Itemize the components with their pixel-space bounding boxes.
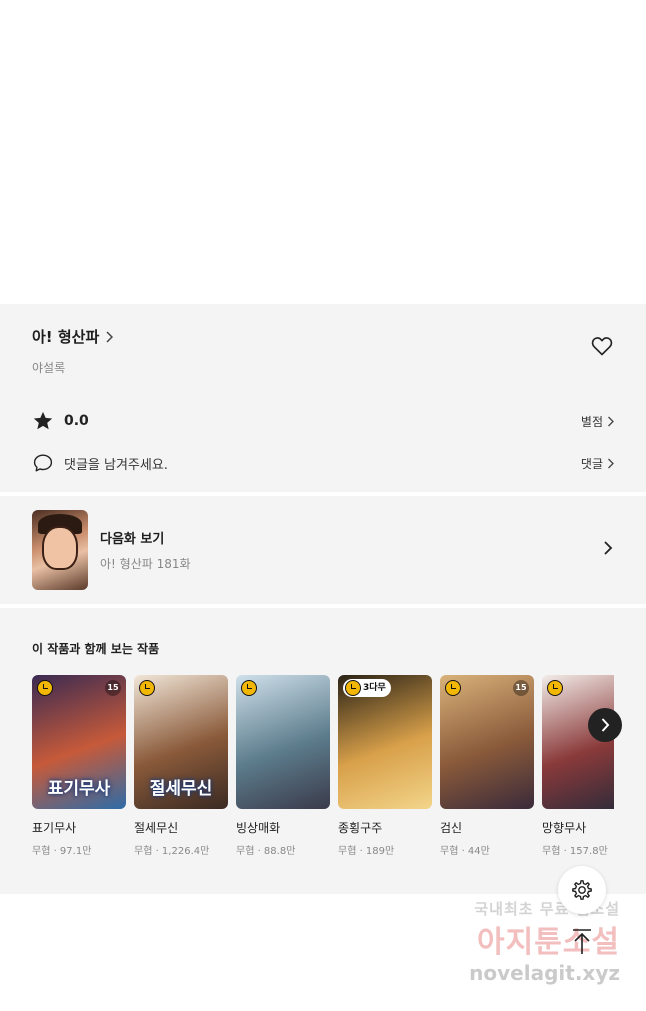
age-rating-badge: 15 — [105, 680, 121, 696]
rating-row: 0.0 별점 — [32, 409, 614, 433]
age-rating-badge: 15 — [513, 680, 529, 696]
scroll-top-icon[interactable] — [570, 928, 594, 956]
carousel-next-button[interactable] — [588, 708, 622, 742]
badge-label: 3다무 — [363, 683, 386, 693]
cover-title-logo: 표기무사 — [47, 779, 111, 799]
next-episode-thumbnail — [32, 510, 88, 590]
recommendation-title: 절세무신 — [134, 821, 179, 835]
next-episode-button[interactable]: 다음화 보기 아! 형산파 181화 — [0, 496, 646, 604]
cover-title-logo: 절세무신 — [149, 779, 213, 799]
next-episode-title: 다음화 보기 — [100, 532, 165, 547]
recommendation-meta: 무협 · 88.8만 — [236, 846, 296, 857]
gear-icon — [572, 880, 592, 900]
recommendation-title: 종횡구주 — [338, 821, 383, 835]
chevron-right-icon — [601, 718, 610, 732]
series-info-panel: 아! 형산파 야설록 0.0 별점 댓글을 남겨주세요. 댓글 다음화 보기 아… — [0, 304, 646, 894]
series-title: 아! 형산파 — [32, 328, 100, 346]
recommendation-card[interactable]: 망향무사무협 · 157.8만 — [542, 675, 614, 857]
clock-icon — [37, 680, 53, 696]
rating-value: 0.0 — [64, 413, 89, 429]
recommendation-title: 망향무사 — [542, 821, 587, 835]
recommendation-cover: 15 — [440, 675, 534, 809]
recommendation-card[interactable]: 15 표기무사 표기무사 무협 · 97.1만 — [32, 675, 126, 857]
recommendation-meta: 무협 · 1,226.4만 — [134, 846, 210, 857]
clock-icon — [139, 680, 155, 696]
next-episode-subtitle: 아! 형산파 181화 — [100, 557, 191, 571]
recommendation-cover: 절세무신 — [134, 675, 228, 809]
star-icon — [33, 411, 53, 430]
comment-row[interactable]: 댓글을 남겨주세요. 댓글 — [32, 451, 614, 475]
rating-link[interactable]: 별점 — [581, 413, 614, 430]
recommendations-section: 이 작품과 함께 보는 작품 15 표기무사 표기무사 무협 · 97.1만 절세무신 절… — [0, 608, 646, 894]
clock-icon — [445, 680, 461, 696]
clock-icon — [547, 680, 563, 696]
rating-link-label: 별점 — [580, 414, 603, 429]
heart-icon[interactable] — [590, 334, 614, 358]
wait-free-badge: 3다무 — [343, 679, 391, 697]
recommendations-carousel: 15 표기무사 표기무사 무협 · 97.1만 절세무신 절세무신 무협 · 1,226.4… — [32, 675, 614, 857]
recommendation-cover — [236, 675, 330, 809]
comment-icon — [33, 454, 53, 472]
clock-icon — [241, 680, 257, 696]
recommendation-meta: 무협 · 97.1만 — [32, 846, 92, 857]
settings-button[interactable] — [558, 866, 606, 914]
comment-placeholder: 댓글을 남겨주세요. — [64, 457, 168, 473]
chevron-right-icon — [608, 416, 614, 426]
chevron-right-icon — [604, 541, 613, 555]
blank-top-area — [0, 0, 646, 304]
recommendation-meta: 무협 · 189만 — [338, 846, 395, 857]
recommendation-card[interactable]: 3다무종횡구주무협 · 189만 — [338, 675, 432, 857]
recommendation-meta: 무협 · 157.8만 — [542, 846, 608, 857]
recommendation-card[interactable]: 빙상매화무협 · 88.8만 — [236, 675, 330, 857]
recommendation-cover: 3다무 — [338, 675, 432, 809]
watermark-line3: novelagit.xyz — [469, 961, 620, 985]
recommendation-meta: 무협 · 44만 — [440, 846, 490, 857]
recommendation-card[interactable]: 15 검신무협 · 44만 — [440, 675, 534, 857]
chevron-right-icon — [608, 458, 614, 468]
series-title-link[interactable]: 아! 형산파 — [32, 326, 614, 347]
bottom-area: 국내최초 무료 웹소설 아지툰소설 novelagit.xyz — [0, 866, 646, 1011]
recommendation-cover — [542, 675, 614, 809]
recommendation-card[interactable]: 절세무신 절세무신 무협 · 1,226.4만 — [134, 675, 228, 857]
comment-link[interactable]: 댓글 — [581, 455, 614, 472]
series-info: 아! 형산파 야설록 0.0 별점 댓글을 남겨주세요. 댓글 — [0, 304, 646, 492]
recommendations-heading: 이 작품과 함께 보는 작품 — [32, 642, 160, 656]
series-author: 야설록 — [32, 361, 66, 375]
recommendation-title: 표기무사 — [32, 821, 77, 835]
clock-icon — [345, 680, 361, 696]
recommendation-title: 검신 — [440, 821, 463, 835]
recommendation-title: 빙상매화 — [236, 821, 281, 835]
recommendation-cover: 15 표기무사 — [32, 675, 126, 809]
next-episode-text: 다음화 보기 아! 형산파 181화 — [100, 528, 191, 572]
chevron-right-icon — [106, 330, 114, 343]
comment-link-label: 댓글 — [580, 456, 603, 471]
